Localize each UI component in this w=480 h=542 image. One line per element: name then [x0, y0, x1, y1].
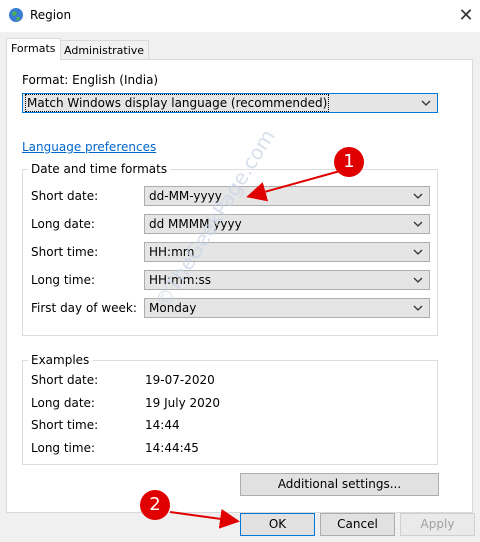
- arrow-to-short-date: [246, 170, 341, 202]
- annotation-badge-1: 1: [334, 147, 364, 177]
- annotation-arrows: [169, 170, 341, 529]
- tab-formats[interactable]: Formats: [6, 38, 61, 60]
- arrow-to-ok: [169, 508, 240, 529]
- annotation-badge-2: 2: [140, 490, 170, 520]
